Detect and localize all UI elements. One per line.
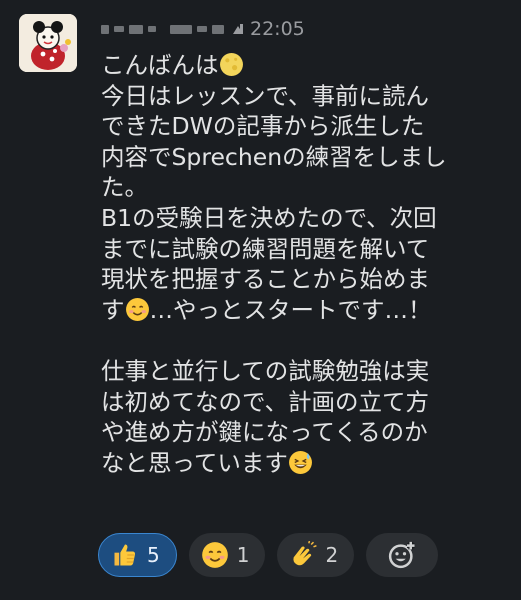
smiling-face-icon <box>201 542 228 568</box>
crescent-moon-emoji-icon <box>219 53 243 76</box>
add-reaction-icon <box>389 541 415 569</box>
smiling-face-emoji-icon <box>125 297 149 321</box>
clapping-hands-icon <box>293 541 318 566</box>
message-body: こんばんは 今日はレッスンで、事前に読ん できたDWの記事から派生した 内容でS… <box>101 50 513 478</box>
message-header: 22:05 <box>101 14 305 44</box>
reaction-thumbs-up[interactable]: 5 <box>98 533 177 577</box>
reaction-clapping-hands[interactable]: 2 <box>277 533 355 577</box>
message-greeting: こんばんは <box>101 51 219 79</box>
reaction-count: 2 <box>325 543 339 567</box>
message-text: 今日はレッスンで、事前に読ん できたDWの記事から派生した 内容でSpreche… <box>101 81 447 324</box>
message-text-tail: …やっとスタートです…！ <box>149 295 432 324</box>
sender-name[interactable] <box>101 23 244 35</box>
reaction-count: 5 <box>147 543 160 567</box>
add-reaction-button[interactable] <box>366 533 439 577</box>
reactions-bar: 5 1 2 <box>98 533 439 577</box>
timestamp[interactable]: 22:05 <box>250 18 305 40</box>
reaction-smiling-face[interactable]: 1 <box>188 533 266 577</box>
message-paragraph-2: 仕事と並行しての試験勉強は実 は初めてなので、計画の立て方 や進め方が鍵になって… <box>101 356 430 477</box>
thumbs-up-icon <box>114 544 136 566</box>
reaction-count: 1 <box>236 543 250 567</box>
avatar[interactable] <box>19 14 77 72</box>
status-icon <box>233 24 243 34</box>
grinning-sweat-emoji-icon <box>288 450 312 474</box>
